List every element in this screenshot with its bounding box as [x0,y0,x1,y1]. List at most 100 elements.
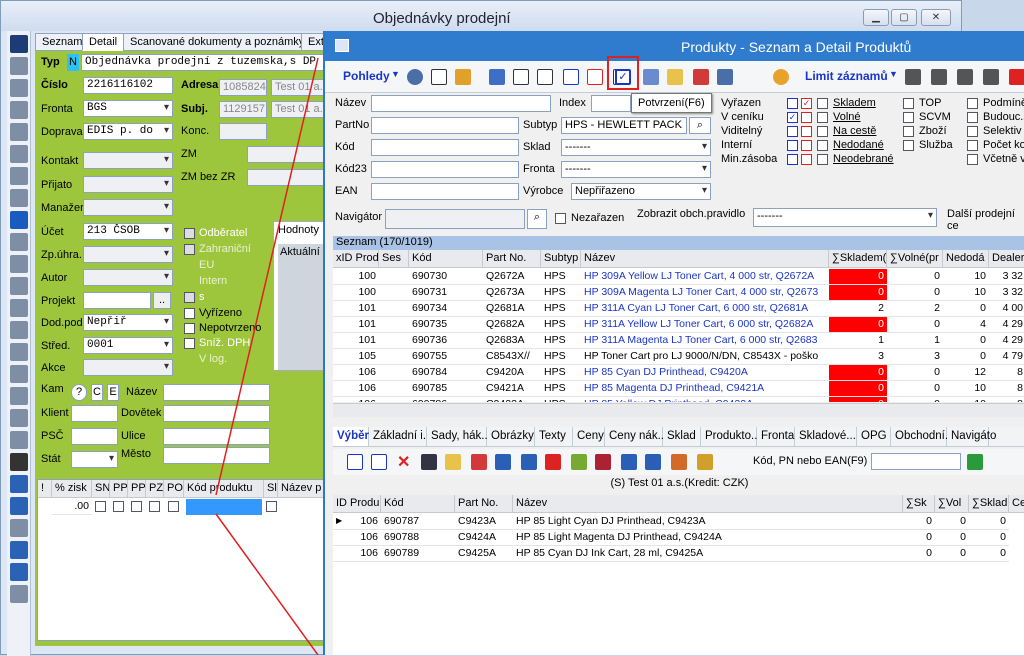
partno-filter-input[interactable] [371,117,519,134]
dodpod-select[interactable]: Nepřiř [83,314,173,331]
subtyp-filter-input[interactable]: HPS - HEWLETT PACK [561,117,687,134]
tag-icon[interactable] [10,431,28,449]
delete-icon[interactable] [10,123,28,141]
dollar-icon[interactable] [495,454,511,470]
check-icon[interactable] [10,79,28,97]
sklad-filter-select[interactable]: ------- [561,139,711,156]
odberatel-checkbox[interactable] [184,228,195,239]
product-row[interactable]: 105 690755 C8543X//HPS HP Toner Cart pro LJ… [333,349,1024,365]
detail-tab[interactable]: Výběr [333,427,369,446]
cart-icon[interactable] [957,69,973,85]
cancel-icon[interactable] [1009,69,1024,85]
mesto-input[interactable] [163,447,270,464]
nacesta-checkbox[interactable] [817,126,828,137]
refresh-icon[interactable] [10,343,28,361]
product-search-input[interactable] [871,453,961,470]
s-checkbox[interactable] [184,292,195,303]
stat-select[interactable] [71,451,118,468]
vyrazen-checkbox-b[interactable]: ✓ [801,98,812,109]
add-red-icon[interactable] [471,454,487,470]
product-row[interactable]: 106 690786C9422AHPSHP 85 Yellow DJ Printh… [333,397,1024,402]
detail-tab[interactable]: Obrázky [487,427,535,446]
vyrazen-checkbox-a[interactable] [787,98,798,109]
nepotvrzeno-checkbox[interactable] [184,323,195,334]
pen-icon[interactable] [10,255,28,273]
vcetne-checkbox[interactable] [967,154,978,165]
index-filter-input[interactable] [591,95,631,112]
delete-icon[interactable] [587,69,603,85]
selected-row[interactable]: 106 690789 C9425A HP 85 Cyan DJ Ink Cart, 2… [333,546,1024,562]
grid-kod-cell-selected[interactable] [186,499,262,515]
projekt-browse-button[interactable]: .. [153,292,171,309]
subtyp-search-icon[interactable]: ⌕ [689,117,711,134]
ean-filter-input[interactable] [371,183,519,200]
stred-select[interactable]: 0001 [83,337,173,354]
top-checkbox[interactable] [903,98,914,109]
person-icon[interactable] [645,454,661,470]
product-row[interactable]: 106 690785 C9421A HPS HP 85 Magenta DJ Print… [333,381,1024,397]
grid-icon[interactable] [10,233,28,251]
open-icon[interactable] [445,454,461,470]
selected-row[interactable]: 106 690788 C9424A HP 85 Light Magenta DJ Pr… [333,530,1024,546]
zahranicni-checkbox[interactable] [184,244,195,255]
detail-tab[interactable]: Ceny nák... [605,427,667,446]
product-row[interactable]: 100 690730 Q2672A HPS HP 309A Yellow LJ Tone… [333,269,1024,285]
manazer-select[interactable] [83,199,173,216]
grid-pz-checkbox[interactable] [149,501,160,512]
detail-tab[interactable]: Sady, hák... [427,427,491,446]
navigator-input[interactable] [385,209,525,229]
sun-icon[interactable] [773,69,789,85]
kod-filter-input[interactable] [371,139,519,156]
projekt-input[interactable] [83,292,151,309]
pohledy-menu[interactable]: Pohledy [343,69,390,83]
selected-row[interactable]: ▶ 106 690787 C9423A HP 85 Light Cyan DJ Prin… [333,514,1024,530]
edit-icon[interactable] [513,69,529,85]
list-icon[interactable] [10,387,28,405]
tab-detail[interactable]: Detail [82,33,125,51]
maximize-button[interactable]: ▢ [891,9,917,26]
grid-po-checkbox[interactable] [168,501,179,512]
tools-icon[interactable] [10,453,28,471]
vyrizeno-checkbox[interactable] [184,308,195,319]
scvm-checkbox[interactable] [903,112,914,123]
move-icon[interactable] [371,454,387,470]
list-icon[interactable] [717,69,733,85]
product-row[interactable]: 101 690734 Q2681A HPS HP 311A Cyan LJ Toner … [333,301,1024,317]
table-icon[interactable] [10,541,28,559]
navigator-search-icon[interactable]: ⌕ [527,209,547,229]
enter-icon[interactable] [967,454,983,470]
column-icon[interactable] [905,69,921,85]
copy-icon[interactable] [10,101,28,119]
forward-icon[interactable] [10,189,28,207]
limit-menu[interactable]: Limit záznamů [805,69,888,83]
pocetko-checkbox[interactable] [967,140,978,151]
arrows-icon[interactable] [10,409,28,427]
c-button[interactable]: C [91,384,103,401]
filter-icon[interactable] [10,211,28,229]
doc-icon[interactable] [10,145,28,163]
typ-input[interactable]: N [67,54,79,71]
minzasoba-checkbox-b[interactable] [801,154,812,165]
column2-icon[interactable] [931,69,947,85]
detail-tab[interactable]: OPG [857,427,891,446]
confirm-icon[interactable]: ✓ [615,69,631,85]
minzasoba-checkbox-a[interactable] [787,154,798,165]
autor-select[interactable] [83,269,173,286]
grid-sn-checkbox[interactable] [95,501,106,512]
help-icon[interactable]: ? [71,384,87,401]
skladem-checkbox[interactable] [817,98,828,109]
key-icon[interactable] [10,277,28,295]
detail-tab[interactable]: Ceny [573,427,605,446]
volne-checkbox[interactable] [817,112,828,123]
print-icon[interactable] [10,299,28,317]
akce-select[interactable] [83,359,173,376]
grid-pp2-checkbox[interactable] [131,501,142,512]
close-button[interactable]: ✕ [921,9,951,26]
nedodane-checkbox[interactable] [817,140,828,151]
back-icon[interactable] [10,167,28,185]
nazev-input[interactable] [163,384,270,401]
budouc-checkbox[interactable] [967,112,978,123]
product-row[interactable]: 101 690735 Q2682A HPS HP 311A Yellow LJ Tone… [333,317,1024,333]
detail-tab[interactable]: Texty [535,427,573,446]
report-icon[interactable] [10,497,28,515]
